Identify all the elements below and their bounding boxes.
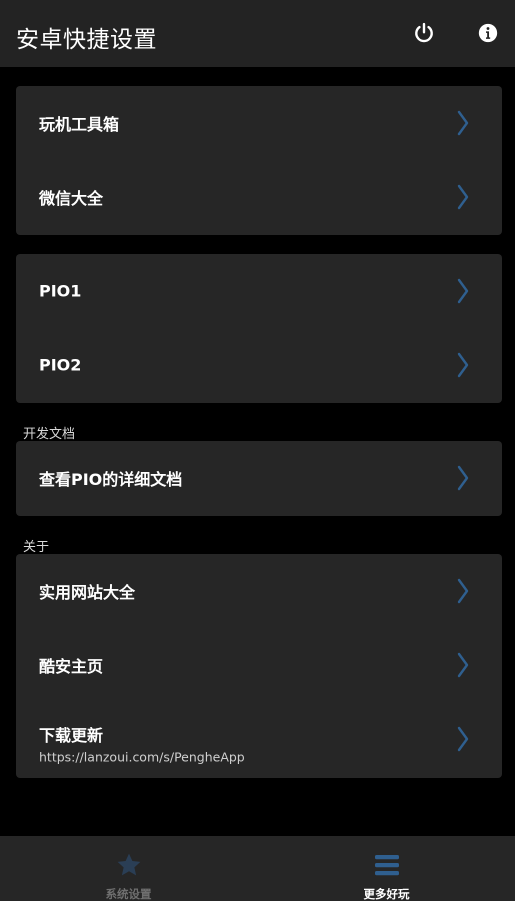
list-item-subtitle: https://lanzoui.com/s/PengheApp: [39, 749, 245, 765]
app-title: 安卓快捷设置: [16, 27, 157, 53]
list-item-wechat[interactable]: 微信大全: [16, 160, 502, 234]
app-root: 安卓快捷设置 玩机工具箱 微信大全 PIO1 PIO2 开发文档 查看PIO的详…: [0, 0, 515, 901]
chevron-right-icon: [457, 726, 469, 752]
nav-item-more-fun[interactable]: 更多好玩: [258, 836, 515, 901]
list-item-label: 下载更新: [39, 726, 104, 745]
bottom-nav: 系统设置 更多好玩: [0, 836, 515, 901]
chevron-right-icon: [457, 352, 469, 378]
app-bar: 安卓快捷设置: [0, 0, 515, 67]
menu-icon: [373, 851, 401, 879]
list-item-websites[interactable]: 实用网站大全: [16, 554, 502, 628]
chevron-right-icon: [457, 465, 469, 491]
list-item-pio-docs[interactable]: 查看PIO的详细文档: [16, 441, 502, 515]
card-group-tools: 玩机工具箱 微信大全: [16, 86, 502, 235]
chevron-right-icon: [457, 184, 469, 210]
list-item-coolapk[interactable]: 酷安主页: [16, 628, 502, 702]
list-item-label: 玩机工具箱: [39, 115, 120, 134]
card-group-docs: 查看PIO的详细文档: [16, 441, 502, 516]
card-group-about: 实用网站大全 酷安主页 下载更新 https://lanzoui.com/s/P…: [16, 554, 502, 778]
nav-label: 系统设置: [105, 887, 152, 901]
info-button[interactable]: [471, 16, 505, 50]
chevron-right-icon: [457, 110, 469, 136]
card-group-pio: PIO1 PIO2: [16, 254, 502, 403]
list-item-label: 实用网站大全: [39, 583, 136, 602]
list-item-toolbox[interactable]: 玩机工具箱: [16, 86, 502, 160]
chevron-right-icon: [457, 278, 469, 304]
section-header-docs: 开发文档: [23, 427, 76, 442]
list-item-label: 查看PIO的详细文档: [39, 470, 183, 489]
chevron-right-icon: [457, 652, 469, 678]
chevron-right-icon: [457, 578, 469, 604]
info-icon: [478, 23, 498, 43]
list-item-pio1[interactable]: PIO1: [16, 254, 502, 328]
nav-label: 更多好玩: [363, 887, 410, 901]
nav-item-system-settings[interactable]: 系统设置: [0, 836, 257, 901]
list-item-label: 微信大全: [39, 189, 104, 208]
list-item-label: PIO1: [39, 281, 82, 301]
section-header-about: 关于: [23, 540, 50, 555]
power-icon: [415, 22, 433, 43]
star-icon: [115, 851, 143, 879]
list-item-download-update[interactable]: 下载更新 https://lanzoui.com/s/PengheApp: [16, 702, 502, 776]
list-item-pio2[interactable]: PIO2: [16, 328, 502, 402]
power-button[interactable]: [407, 16, 441, 50]
list-item-label: 酷安主页: [39, 657, 104, 676]
list-item-label: PIO2: [39, 355, 82, 375]
